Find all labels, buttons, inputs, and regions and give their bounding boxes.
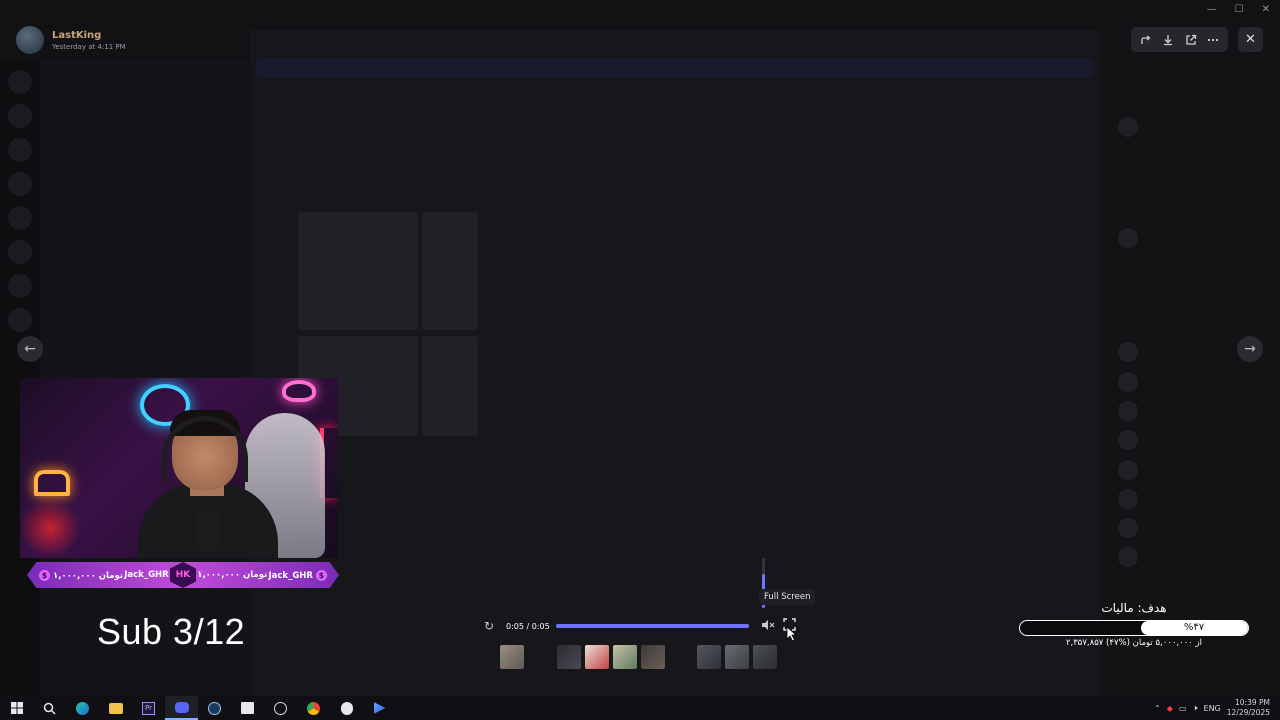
more-icon[interactable]	[1204, 31, 1222, 49]
video-time: 0:05 / 0:05	[506, 621, 550, 631]
neon-sign	[282, 380, 316, 402]
premiere-icon[interactable]: Pr	[132, 696, 165, 720]
maximize-icon[interactable]: ☐	[1235, 4, 1244, 15]
store-icon[interactable]	[231, 696, 264, 720]
language-indicator[interactable]: ENG	[1204, 704, 1221, 713]
edge-icon[interactable]	[66, 696, 99, 720]
ticker-entry: $۱,۰۰۰,۰۰۰ تومان	[39, 569, 123, 581]
fullscreen-tooltip: Full Screen	[759, 589, 816, 605]
member-avatar	[1118, 372, 1138, 392]
ticker-name: Jack_GHR	[124, 570, 169, 580]
tray-app-icon[interactable]: ◆	[1167, 704, 1173, 713]
discord-icon[interactable]	[165, 696, 198, 720]
goal-percent: %۴۷	[1183, 622, 1205, 633]
window-controls: — ☐ ✕	[1207, 4, 1270, 15]
thumbnail[interactable]	[753, 645, 777, 669]
member-avatar	[1118, 460, 1138, 480]
ticker-entry: ۱,۰۰۰,۰۰۰ تومان	[197, 570, 268, 580]
volume-icon[interactable]: 🕨	[1192, 703, 1197, 713]
thumbnail[interactable]	[641, 645, 665, 669]
mute-icon[interactable]	[759, 619, 777, 634]
search-icon[interactable]	[33, 696, 66, 720]
app-icon[interactable]	[363, 696, 396, 720]
thumbnail[interactable]	[557, 645, 581, 669]
thumbnail[interactable]	[613, 645, 637, 669]
microphone	[196, 508, 220, 552]
next-arrow-icon[interactable]: →	[1237, 336, 1263, 362]
goal-detail: ۲,۳۵۷,۸۵۷ از ۵,۰۰۰,۰۰۰ تومان (%۴۷)	[1065, 638, 1203, 648]
member-avatar	[1118, 489, 1138, 509]
webcam-feed	[20, 378, 338, 558]
mouse-cursor-icon	[786, 626, 798, 646]
network-icon[interactable]: ▭	[1179, 704, 1187, 713]
app-icon[interactable]	[330, 696, 363, 720]
member-avatar	[1118, 342, 1138, 362]
author-name[interactable]: LastKing	[52, 30, 126, 41]
steam-icon[interactable]	[198, 696, 231, 720]
media-author: LastKing Yesterday at 4:11 PM	[16, 26, 126, 54]
thumbnail[interactable]	[725, 645, 749, 669]
chat-banner	[256, 58, 1092, 78]
member-avatar	[1118, 401, 1138, 421]
chat-attachment	[422, 336, 478, 436]
start-icon[interactable]	[0, 696, 33, 720]
chat-attachment	[298, 212, 418, 330]
member-avatar	[1118, 518, 1138, 538]
system-tray: ⌃ ◆ ▭ 🕨 ENG 10:39 PM 12/29/2025	[1154, 696, 1270, 720]
screen: — ☐ ✕ LastKing Yesterday at 4:11 PM ✕ ← …	[0, 0, 1280, 720]
video-progress-bar[interactable]	[555, 624, 749, 628]
forward-icon[interactable]	[1137, 31, 1155, 49]
chrome-icon[interactable]	[297, 696, 330, 720]
ticker-name: Jack_GHR $	[268, 569, 327, 581]
open-external-icon[interactable]	[1182, 31, 1200, 49]
download-icon[interactable]	[1159, 31, 1177, 49]
close-button[interactable]: ✕	[1238, 27, 1263, 52]
member-avatar	[1118, 117, 1138, 137]
thumbnail[interactable]	[500, 645, 524, 669]
taskbar: Pr ⌃ ◆ ▭ 🕨 ENG 10:39 PM 12/29/2025	[0, 696, 1280, 720]
file-explorer-icon[interactable]	[99, 696, 132, 720]
member-avatar	[1118, 547, 1138, 567]
obs-icon[interactable]	[264, 696, 297, 720]
previous-arrow-icon[interactable]: ←	[17, 336, 43, 362]
coin-icon: $	[39, 569, 50, 581]
sub-counter: Sub 3/12	[97, 611, 246, 652]
member-avatar	[1118, 228, 1138, 248]
member-avatar	[1118, 430, 1138, 450]
replay-icon[interactable]: ↻	[480, 619, 498, 633]
chat-attachment	[422, 212, 478, 330]
window-close-icon[interactable]: ✕	[1262, 4, 1270, 15]
neon-sign	[34, 470, 70, 496]
avatar[interactable]	[16, 26, 44, 54]
clock[interactable]: 10:39 PM 12/29/2025	[1227, 698, 1270, 718]
channel-logo: HK	[169, 562, 196, 588]
goal-title: هدف: مالیات	[1101, 601, 1167, 615]
media-toolbar	[1131, 27, 1228, 52]
thumbnail[interactable]	[585, 645, 609, 669]
donation-ticker: $۱,۰۰۰,۰۰۰ تومان Jack_GHR HK ۱,۰۰۰,۰۰۰ ت…	[27, 562, 339, 588]
thumbnail[interactable]	[697, 645, 721, 669]
minimize-icon[interactable]: —	[1207, 4, 1217, 15]
coin-icon: $	[315, 569, 327, 581]
video-controls: ↻ 0:05 / 0:05	[480, 615, 800, 637]
author-timestamp: Yesterday at 4:11 PM	[52, 42, 126, 51]
chevron-up-icon[interactable]: ⌃	[1154, 704, 1161, 713]
